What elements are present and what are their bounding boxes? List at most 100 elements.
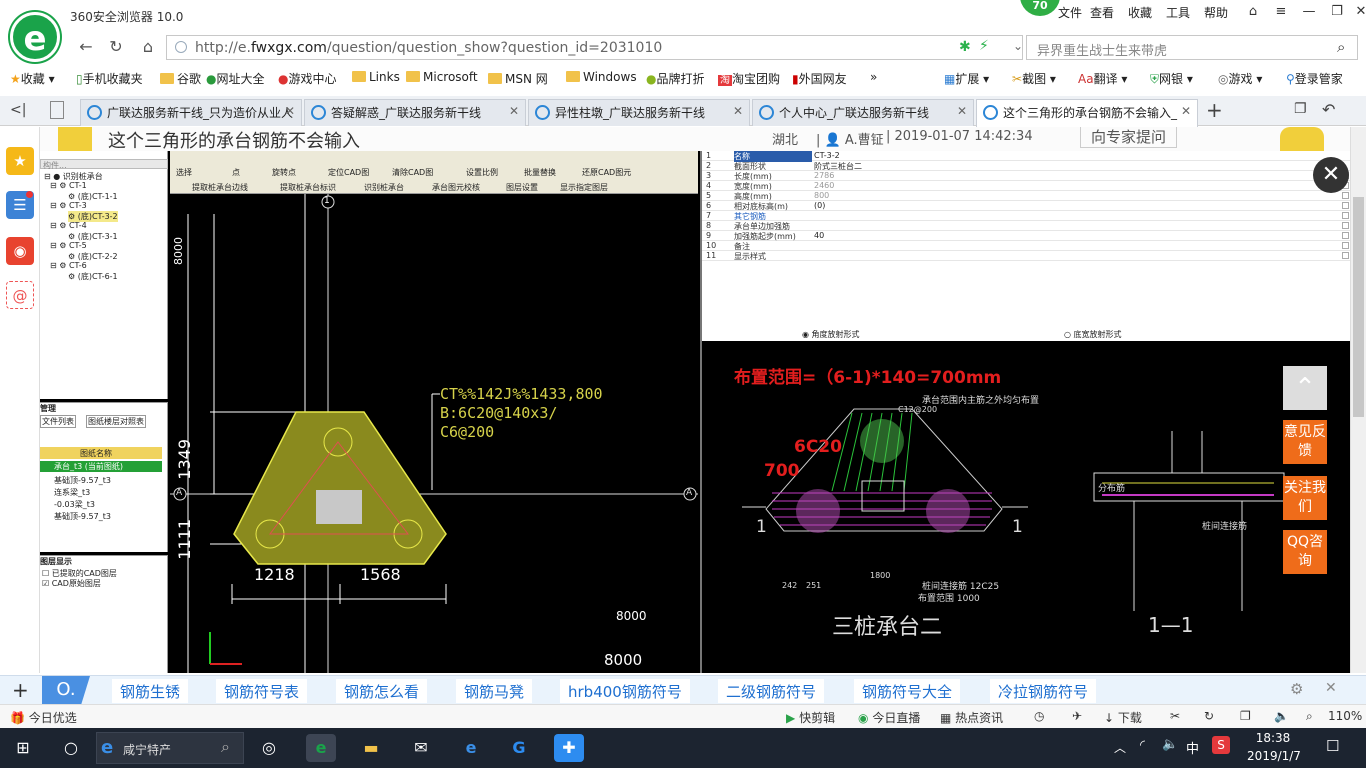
- bookmark-discount[interactable]: ●品牌打折: [646, 70, 705, 87]
- tool-locate-cad[interactable]: 定位CAD图: [328, 167, 369, 178]
- menu-view[interactable]: 查看: [1090, 4, 1114, 21]
- back-button[interactable]: ←: [74, 36, 98, 58]
- hot-search-item[interactable]: 钢筋马凳: [456, 679, 533, 703]
- question-user[interactable]: | 👤 A.曹钲: [816, 129, 884, 148]
- tool-show-layer[interactable]: 显示指定图层: [560, 182, 608, 193]
- property-row[interactable]: 6 相对底标高(m) (0): [702, 201, 1350, 211]
- window-icon[interactable]: ❐: [1240, 709, 1251, 723]
- menu-tools[interactable]: 工具: [1166, 4, 1190, 21]
- sogou-ime-icon[interactable]: S: [1212, 736, 1230, 754]
- tree-item-ct1[interactable]: ⊟ ⚙ CT-1: [50, 181, 87, 190]
- file-explorer-icon[interactable]: ▬: [356, 734, 386, 762]
- ime-indicator[interactable]: 中: [1186, 738, 1199, 757]
- drawing-row[interactable]: 连系梁_t3: [54, 487, 90, 498]
- property-row[interactable]: 10 备注: [702, 241, 1350, 251]
- 360-browser-taskbar-icon[interactable]: e: [306, 734, 336, 762]
- drawing-row[interactable]: 基础顶-9.57_t3: [54, 511, 111, 522]
- bookmark-hao123[interactable]: ●网址大全: [206, 70, 265, 87]
- layer-checkbox-original[interactable]: ☑ CAD原始图层: [42, 578, 101, 589]
- security-icon[interactable]: ✱: [959, 39, 971, 55]
- tree-search-box[interactable]: 构件...: [40, 159, 168, 170]
- cad-canvas[interactable]: [170, 194, 698, 673]
- login-manager-button[interactable]: ⚲登录管家: [1286, 70, 1343, 87]
- bookmark-games[interactable]: ●游戏中心: [278, 70, 337, 87]
- pin-icon[interactable]: ✈: [1072, 709, 1082, 723]
- accelerate-icon[interactable]: ◷: [1034, 709, 1044, 723]
- property-row[interactable]: 9 加强筋起步(mm) 40: [702, 231, 1350, 241]
- drawing-row-current[interactable]: 承台_t3 (当前图纸): [40, 461, 162, 472]
- speaker-icon[interactable]: 🔈: [1162, 737, 1178, 752]
- screenshot-button[interactable]: ✂截图 ▾: [1012, 70, 1056, 87]
- bookmark-google[interactable]: 谷歌: [160, 70, 201, 87]
- menu-help[interactable]: 帮助: [1204, 4, 1228, 21]
- new-tab-button[interactable]: +: [1206, 98, 1223, 122]
- feedback-button[interactable]: 意见反馈: [1283, 420, 1327, 464]
- property-value[interactable]: 800: [814, 191, 829, 200]
- today-picks[interactable]: 🎁 今日优选: [10, 709, 77, 726]
- ebank-button[interactable]: ⛨网银 ▾: [1150, 70, 1193, 87]
- tool-check-cap[interactable]: 承台图元校核: [432, 182, 480, 193]
- property-row[interactable]: 8 承台单边加强筋: [702, 221, 1350, 231]
- weibo-icon[interactable]: ◉: [6, 237, 34, 265]
- games-button[interactable]: ◎游戏 ▾: [1218, 70, 1262, 87]
- property-checkbox[interactable]: [1342, 192, 1349, 199]
- translate-button[interactable]: Aa翻译 ▾: [1078, 70, 1127, 87]
- clock-date[interactable]: 2019/1/7: [1244, 749, 1304, 763]
- action-center-icon[interactable]: ☐: [1326, 737, 1339, 755]
- hot-search-item[interactable]: hrb400钢筋符号: [560, 679, 690, 703]
- follow-us-button[interactable]: 关注我们: [1283, 476, 1327, 520]
- tray-expand-icon[interactable]: ︿: [1114, 739, 1126, 756]
- property-checkbox[interactable]: [1342, 242, 1349, 249]
- bookmark-taobao[interactable]: 淘淘宝团购: [718, 70, 780, 87]
- tab-close-icon[interactable]: ✕: [733, 104, 743, 118]
- clock-time[interactable]: 18:38: [1250, 731, 1296, 745]
- home-button[interactable]: ⌂: [136, 36, 160, 58]
- property-checkbox[interactable]: [1342, 232, 1349, 239]
- speed-icon[interactable]: ⚡: [979, 38, 989, 54]
- glodon-icon[interactable]: G: [504, 734, 534, 762]
- tree-item-ct6[interactable]: ⊟ ⚙ CT-6: [50, 261, 87, 270]
- hot-search-item[interactable]: 钢筋符号表: [216, 679, 308, 703]
- floor-map-tab[interactable]: 图纸楼层对照表: [86, 415, 146, 428]
- property-value[interactable]: 40: [814, 231, 824, 240]
- address-bar[interactable]: http://e.fwxgx.com/question/question_sho…: [166, 35, 1023, 60]
- tab-close-icon[interactable]: ✕: [1181, 104, 1191, 118]
- search-icon[interactable]: ⌕: [1337, 38, 1345, 56]
- download-button[interactable]: ↓ 下载: [1104, 709, 1142, 726]
- tab-2[interactable]: 答疑解惑_广联达服务新干线 ✕: [304, 99, 526, 126]
- property-value[interactable]: (0): [814, 201, 825, 210]
- property-row[interactable]: 11 显示样式: [702, 251, 1350, 261]
- more-bookmarks-button[interactable]: »: [870, 70, 877, 84]
- site-info-icon[interactable]: [175, 41, 187, 53]
- app-icon[interactable]: ✚: [554, 734, 584, 762]
- mail-icon[interactable]: ✉: [406, 734, 436, 762]
- tool-layer-settings[interactable]: 图层设置: [506, 182, 538, 193]
- radio-width-radial[interactable]: ○ 底宽放射形式: [1064, 329, 1122, 340]
- notification-badge[interactable]: 70: [1020, 0, 1060, 16]
- add-icon[interactable]: +: [12, 678, 29, 702]
- property-row[interactable]: 1 名称 CT-3-2: [702, 151, 1350, 162]
- bookmark-links[interactable]: Links: [352, 70, 400, 84]
- skin-icon[interactable]: ⌂: [1240, 2, 1266, 22]
- 360-safe-icon[interactable]: ◎: [254, 734, 284, 762]
- hot-news-button[interactable]: ▦ 热点资讯: [940, 709, 1003, 726]
- tool-batch-replace[interactable]: 批量替换: [524, 167, 556, 178]
- tab-close-icon[interactable]: ✕: [509, 104, 519, 118]
- refresh-button[interactable]: ↻: [104, 36, 128, 58]
- page-icon[interactable]: [50, 101, 64, 119]
- browser-logo-icon[interactable]: e: [10, 12, 60, 62]
- close-hotbar-icon[interactable]: ✕: [1325, 680, 1337, 696]
- bookmark-foreign[interactable]: ▮外国网友: [792, 70, 847, 87]
- hot-search-item[interactable]: 钢筋符号大全: [854, 679, 961, 703]
- pile-cap-shape[interactable]: [233, 411, 447, 565]
- property-row[interactable]: 4 宽度(mm) 2460: [702, 181, 1350, 191]
- tab-close-icon[interactable]: ✕: [285, 104, 295, 118]
- tool-rotate-point[interactable]: 旋转点: [272, 167, 296, 178]
- search-input[interactable]: 异界重生战士生来带虎: [1037, 40, 1167, 59]
- tab-list-icon[interactable]: ❐: [1294, 101, 1307, 117]
- tree-item-ct3[interactable]: ⊟ ⚙ CT-3: [50, 201, 87, 210]
- property-value[interactable]: 2786: [814, 171, 834, 180]
- edge-icon[interactable]: e: [456, 734, 486, 762]
- radio-angle-radial[interactable]: ◉ 角度放射形式: [802, 329, 860, 340]
- search-box[interactable]: ⌄ 异界重生战士生来带虎 ⌕: [1013, 35, 1358, 60]
